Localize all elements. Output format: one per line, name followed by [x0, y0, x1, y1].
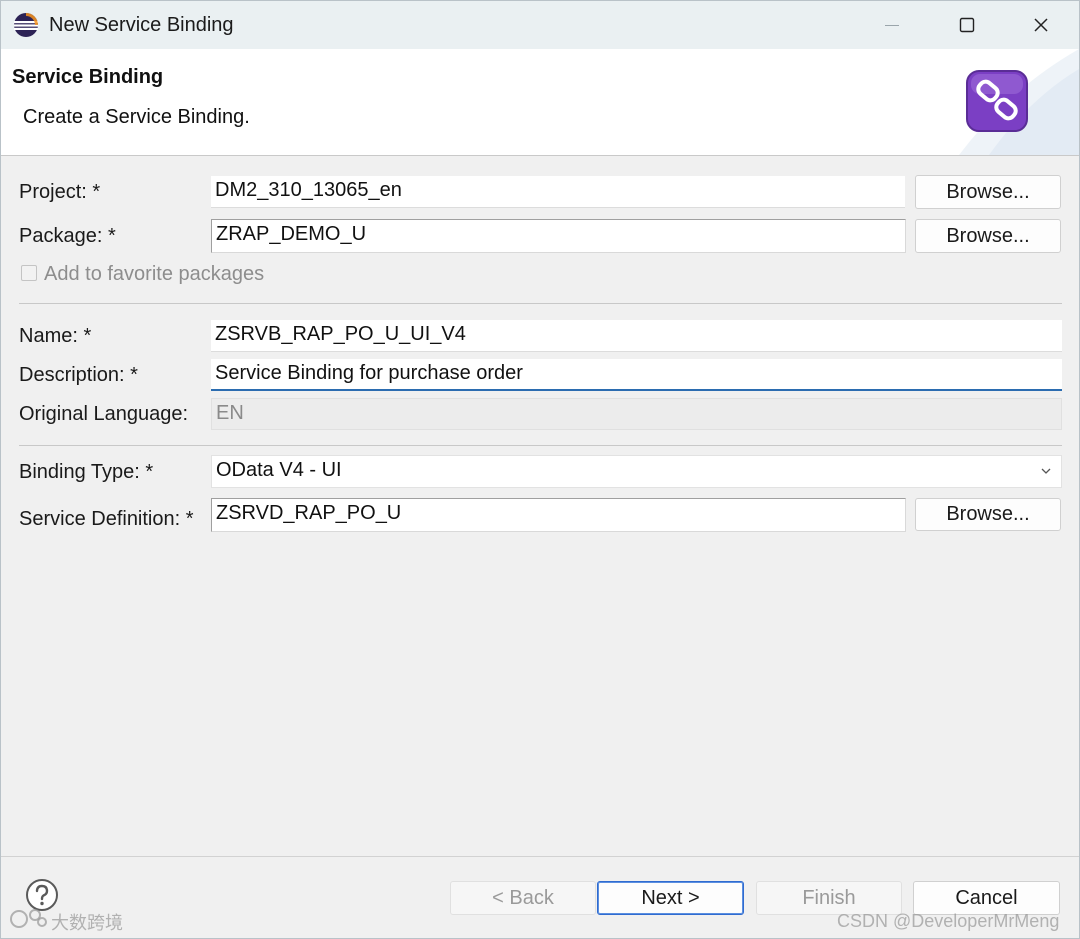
eclipse-icon [14, 13, 38, 37]
project-browse-button[interactable]: Browse... [915, 175, 1061, 209]
watermark-left: 大数跨境 [51, 913, 123, 933]
favorite-packages-label: Add to favorite packages [44, 263, 265, 285]
banner-description: Create a Service Binding. [23, 106, 250, 128]
original-language-input: EN [211, 398, 1062, 430]
original-language-label: Original Language: [19, 403, 189, 425]
separator [19, 303, 1062, 304]
description-label: Description: * [19, 364, 138, 386]
service-definition-browse-button[interactable]: Browse... [915, 498, 1061, 531]
dialog-window: New Service Binding Service Binding Crea… [0, 0, 1080, 939]
binding-type-select[interactable]: OData V4 - UI [211, 455, 1062, 488]
chevron-down-icon [1041, 468, 1051, 474]
minimize-icon [885, 24, 899, 26]
maximize-button[interactable] [942, 7, 992, 43]
binding-type-label: Binding Type: * [19, 461, 154, 483]
separator [19, 445, 1062, 446]
cancel-button[interactable]: Cancel [913, 881, 1060, 915]
banner-title: Service Binding [12, 66, 164, 88]
watermark-logo-icon [10, 909, 47, 928]
name-input[interactable]: ZSRVB_RAP_PO_U_UI_V4 [211, 320, 1062, 352]
wizard-banner: Service Binding Create a Service Binding… [1, 49, 1079, 156]
finish-button[interactable]: Finish [756, 881, 902, 915]
next-button[interactable]: Next > [597, 881, 744, 915]
back-button[interactable]: < Back [450, 881, 596, 915]
package-label: Package: * [19, 225, 116, 247]
close-icon [1034, 18, 1048, 32]
service-definition-label: Service Definition: * [19, 508, 194, 530]
binding-type-value: OData V4 - UI [216, 459, 342, 481]
favorite-packages-checkbox[interactable] [21, 265, 37, 281]
description-input[interactable]: Service Binding for purchase order [211, 359, 1062, 391]
package-browse-button[interactable]: Browse... [915, 219, 1061, 253]
watermark-right: CSDN @DeveloperMrMeng [837, 911, 1060, 931]
project-label: Project: * [19, 181, 101, 203]
package-input[interactable]: ZRAP_DEMO_U [211, 219, 906, 253]
minimize-button[interactable] [867, 7, 917, 43]
project-input[interactable]: DM2_310_13065_en [211, 176, 905, 208]
name-label: Name: * [19, 325, 92, 347]
footer-separator [1, 856, 1079, 857]
title-bar[interactable]: New Service Binding [1, 1, 1079, 49]
service-definition-input[interactable]: ZSRVD_RAP_PO_U [211, 498, 906, 532]
close-button[interactable] [1016, 7, 1066, 43]
window-title: New Service Binding [49, 14, 234, 36]
service-binding-icon [966, 70, 1028, 132]
maximize-icon [959, 17, 975, 33]
